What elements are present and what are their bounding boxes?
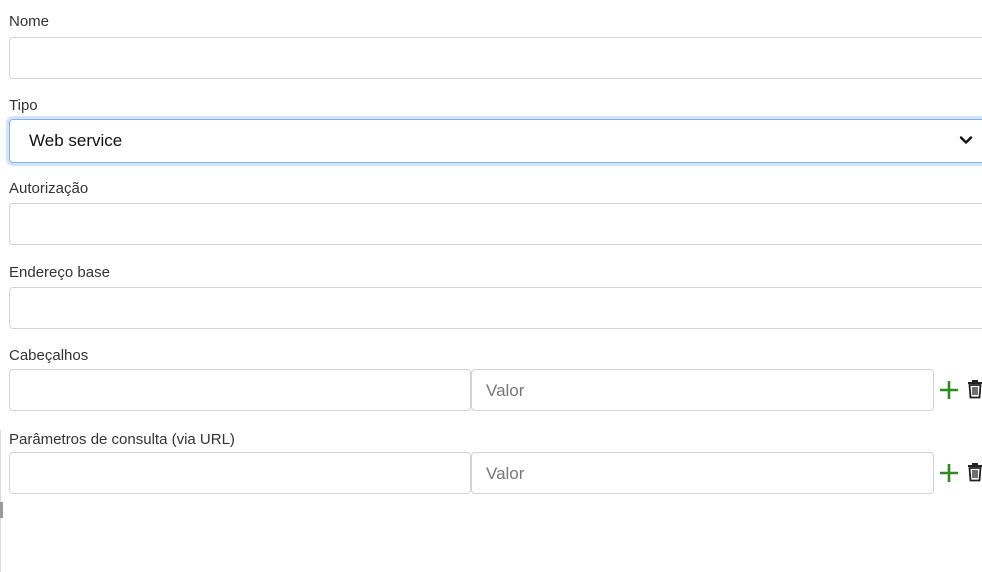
cabecalho-value-input[interactable]: Valor (471, 369, 934, 411)
parametro-value-placeholder: Valor (486, 464, 525, 483)
nome-label: Nome (9, 13, 50, 30)
tipo-select[interactable]: Web service (9, 119, 982, 163)
cabecalho-value-placeholder: Valor (486, 381, 525, 400)
trash-icon[interactable] (964, 461, 982, 483)
endereco-base-label: Endereço base (9, 264, 110, 281)
parametros-label: Parâmetros de consulta (via URL) (9, 431, 235, 448)
nome-input[interactable] (9, 37, 982, 79)
panel-resize-handle[interactable] (0, 502, 3, 518)
data-source-form: Nome Tipo Web service Autorização Endere… (0, 0, 982, 572)
plus-icon[interactable] (938, 462, 960, 484)
cabecalhos-label: Cabeçalhos (9, 347, 89, 364)
trash-icon[interactable] (964, 378, 982, 400)
parametro-value-input[interactable]: Valor (471, 452, 934, 494)
chevron-down-icon (959, 133, 973, 147)
tipo-label: Tipo (9, 97, 38, 114)
panel-left-border (0, 430, 4, 572)
autorizacao-label: Autorização (9, 180, 89, 197)
tipo-selected-value: Web service (29, 131, 123, 150)
autorizacao-input[interactable] (9, 203, 982, 245)
plus-icon[interactable] (938, 379, 960, 401)
parametro-key-input[interactable] (9, 452, 471, 494)
endereco-base-input[interactable] (9, 287, 982, 329)
cabecalho-key-input[interactable] (9, 369, 471, 411)
